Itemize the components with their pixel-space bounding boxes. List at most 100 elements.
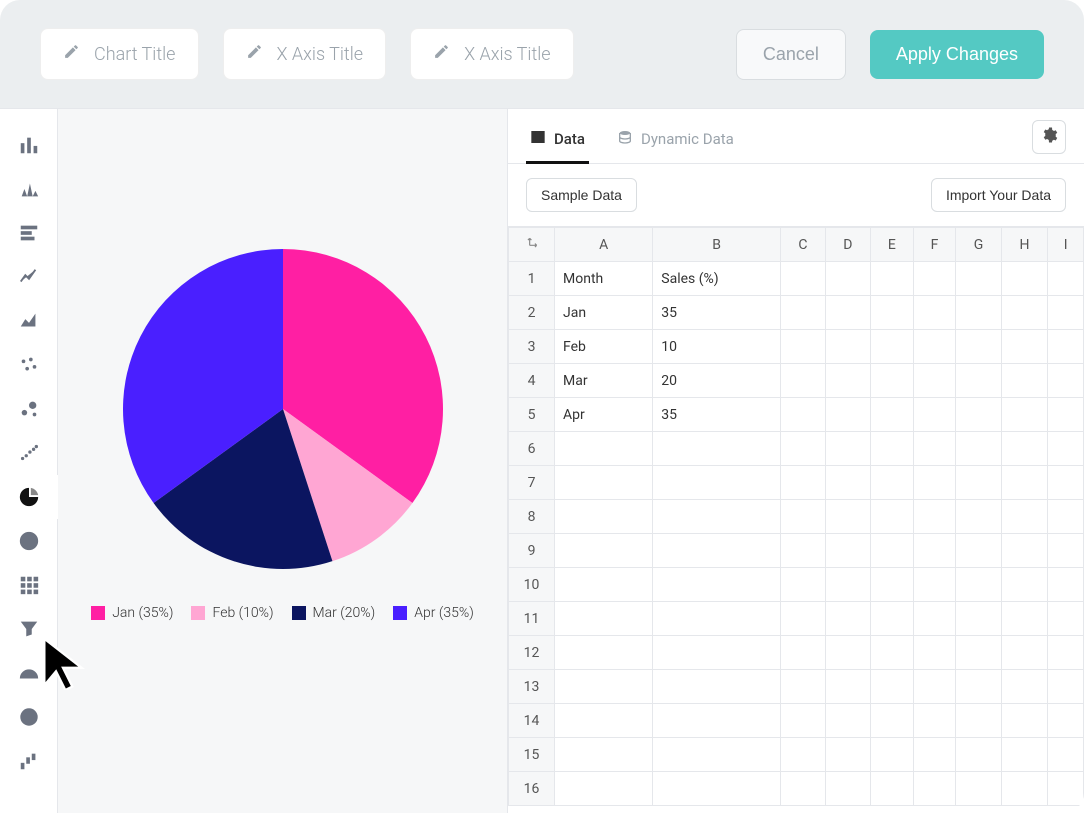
cell[interactable] (913, 568, 956, 602)
cell[interactable] (1001, 602, 1047, 636)
settings-button[interactable] (1032, 120, 1066, 154)
cell[interactable] (956, 602, 1002, 636)
cell[interactable] (870, 602, 913, 636)
cell[interactable] (913, 500, 956, 534)
cell[interactable]: 10 (653, 330, 781, 364)
cell[interactable] (1048, 466, 1084, 500)
row-header[interactable]: 11 (509, 602, 555, 636)
tab-data[interactable]: Data (526, 119, 589, 164)
cell[interactable] (956, 704, 1002, 738)
cell[interactable] (870, 432, 913, 466)
cell[interactable] (653, 466, 781, 500)
cell[interactable] (825, 738, 870, 772)
cell[interactable] (825, 364, 870, 398)
cell[interactable] (913, 262, 956, 296)
chart-title-input[interactable]: Chart Title (40, 28, 199, 80)
select-all-corner[interactable] (509, 228, 555, 262)
cell[interactable]: Month (555, 262, 653, 296)
cell[interactable] (1048, 602, 1084, 636)
column-header[interactable]: E (870, 228, 913, 262)
row-header[interactable]: 8 (509, 500, 555, 534)
dot-plot-icon[interactable] (0, 431, 58, 475)
cell[interactable] (913, 738, 956, 772)
cell[interactable] (781, 432, 826, 466)
cell[interactable] (555, 534, 653, 568)
cell[interactable] (870, 636, 913, 670)
cell[interactable]: Sales (%) (653, 262, 781, 296)
cell[interactable] (956, 738, 1002, 772)
cell[interactable] (870, 398, 913, 432)
cell[interactable] (781, 296, 826, 330)
cell[interactable] (913, 398, 956, 432)
cell[interactable] (913, 330, 956, 364)
cell[interactable] (555, 466, 653, 500)
row-header[interactable]: 10 (509, 568, 555, 602)
cell[interactable] (913, 704, 956, 738)
cell[interactable]: Feb (555, 330, 653, 364)
cell[interactable] (1001, 738, 1047, 772)
cell[interactable] (653, 500, 781, 534)
cell[interactable] (555, 568, 653, 602)
cell[interactable] (956, 534, 1002, 568)
cell[interactable] (870, 466, 913, 500)
cell[interactable] (825, 262, 870, 296)
cell[interactable] (913, 432, 956, 466)
cell[interactable] (870, 534, 913, 568)
cell[interactable] (1001, 568, 1047, 602)
cell[interactable] (913, 534, 956, 568)
cell[interactable] (555, 602, 653, 636)
cell[interactable] (870, 670, 913, 704)
cell[interactable] (781, 772, 826, 806)
row-header[interactable]: 7 (509, 466, 555, 500)
area-chart-icon[interactable] (0, 299, 58, 343)
column-header[interactable]: D (825, 228, 870, 262)
cell[interactable] (825, 432, 870, 466)
cell[interactable]: Mar (555, 364, 653, 398)
apply-changes-button[interactable]: Apply Changes (870, 30, 1044, 79)
cell[interactable] (781, 330, 826, 364)
bubble-chart-icon[interactable] (0, 387, 58, 431)
cell[interactable] (781, 364, 826, 398)
cell[interactable] (781, 466, 826, 500)
import-data-button[interactable]: Import Your Data (931, 178, 1066, 212)
cell[interactable] (1048, 534, 1084, 568)
cell[interactable] (781, 568, 826, 602)
row-header[interactable]: 4 (509, 364, 555, 398)
cell[interactable] (825, 704, 870, 738)
cell[interactable] (870, 262, 913, 296)
row-header[interactable]: 13 (509, 670, 555, 704)
sample-data-button[interactable]: Sample Data (526, 178, 637, 212)
cell[interactable] (913, 296, 956, 330)
bar-chart-icon[interactable] (0, 123, 58, 167)
row-header[interactable]: 14 (509, 704, 555, 738)
cell[interactable] (1048, 636, 1084, 670)
row-header[interactable]: 12 (509, 636, 555, 670)
cell[interactable]: 20 (653, 364, 781, 398)
cell[interactable] (956, 670, 1002, 704)
x-axis-title-input-2[interactable]: X Axis Title (410, 28, 574, 80)
cell[interactable] (1048, 568, 1084, 602)
cell[interactable] (1048, 398, 1084, 432)
cell[interactable] (781, 398, 826, 432)
cell[interactable] (1048, 262, 1084, 296)
cell[interactable] (781, 534, 826, 568)
cell[interactable]: Apr (555, 398, 653, 432)
cell[interactable] (870, 568, 913, 602)
cell[interactable] (956, 500, 1002, 534)
cell[interactable] (555, 636, 653, 670)
cell[interactable] (1001, 432, 1047, 466)
column-header[interactable]: H (1001, 228, 1047, 262)
cell[interactable] (870, 330, 913, 364)
cell[interactable] (1001, 636, 1047, 670)
cell[interactable] (825, 772, 870, 806)
heatmap-icon[interactable] (0, 563, 58, 607)
cell[interactable] (825, 398, 870, 432)
cell[interactable]: Jan (555, 296, 653, 330)
cell[interactable] (1048, 500, 1084, 534)
cell[interactable] (825, 330, 870, 364)
column-header[interactable]: A (555, 228, 653, 262)
cell[interactable] (1048, 772, 1084, 806)
cell[interactable] (1048, 704, 1084, 738)
cell[interactable] (913, 364, 956, 398)
cell[interactable] (653, 704, 781, 738)
